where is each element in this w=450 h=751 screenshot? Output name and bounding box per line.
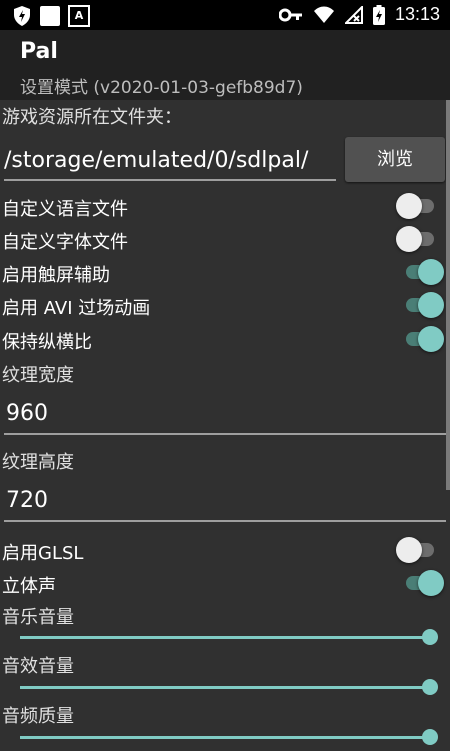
- audio-quality-label: 音频质量: [2, 706, 74, 727]
- notification-a-icon: A: [68, 5, 90, 27]
- texture-height-label: 纹理高度: [2, 452, 74, 473]
- status-bar: A 13:13: [0, 0, 450, 30]
- slider-track: [20, 736, 430, 739]
- notification-square-icon: [40, 6, 60, 26]
- sfx-volume-slider[interactable]: [20, 678, 440, 698]
- key-icon: [278, 8, 302, 21]
- switch-thumb: [418, 326, 444, 352]
- custom-language-label: 自定义语言文件: [2, 199, 128, 220]
- battery-charging-icon: [372, 4, 385, 25]
- switch-thumb: [418, 292, 444, 318]
- stereo-label: 立体声: [2, 576, 56, 597]
- texture-width-input[interactable]: 960: [4, 395, 446, 435]
- sfx-volume-label: 音效音量: [2, 656, 74, 677]
- slider-thumb[interactable]: [422, 629, 438, 645]
- wifi-icon: [313, 6, 334, 23]
- slider-track: [20, 636, 430, 639]
- notification-icons: A: [12, 5, 90, 27]
- custom-font-label: 自定义字体文件: [2, 232, 128, 253]
- keep-aspect-switch[interactable]: [396, 326, 444, 352]
- slider-thumb[interactable]: [422, 679, 438, 695]
- touch-overlay-label: 启用触屏辅助: [2, 265, 110, 286]
- clock: 13:13: [394, 4, 440, 24]
- app-subtitle: 设置模式 (v2020-01-03-gefb89d7): [20, 78, 303, 98]
- touch-overlay-switch[interactable]: [396, 259, 444, 285]
- custom-language-switch[interactable]: [396, 193, 438, 219]
- app-title: Pal: [20, 39, 58, 64]
- avi-cutscene-label: 启用 AVI 过场动画: [2, 298, 151, 319]
- stereo-switch[interactable]: [396, 570, 444, 596]
- folder-label: 游戏资源所在文件夹：: [2, 107, 182, 128]
- slider-thumb[interactable]: [422, 729, 438, 745]
- switch-thumb: [418, 570, 444, 596]
- signal-off-icon: [344, 5, 363, 24]
- scrollbar[interactable]: [446, 100, 450, 490]
- texture-width-label: 纹理宽度: [2, 365, 74, 386]
- glsl-switch[interactable]: [396, 537, 438, 563]
- settings-list: 游戏资源所在文件夹： /storage/emulated/0/sdlpal/ 浏…: [0, 100, 450, 751]
- switch-thumb: [396, 226, 422, 252]
- switch-thumb: [396, 537, 422, 563]
- switch-thumb: [418, 259, 444, 285]
- audio-quality-slider[interactable]: [20, 728, 440, 748]
- music-volume-slider[interactable]: [20, 628, 440, 648]
- custom-font-switch[interactable]: [396, 226, 438, 252]
- app-bar: Pal 设置模式 (v2020-01-03-gefb89d7): [0, 30, 450, 100]
- glsl-label: 启用GLSL: [2, 543, 84, 564]
- keep-aspect-label: 保持纵横比: [2, 332, 92, 353]
- texture-height-input[interactable]: 720: [4, 482, 446, 522]
- avi-cutscene-switch[interactable]: [396, 292, 444, 318]
- folder-path-input[interactable]: /storage/emulated/0/sdlpal/: [4, 143, 336, 181]
- system-icons: 13:13: [278, 4, 440, 25]
- music-volume-label: 音乐音量: [2, 607, 74, 628]
- slider-track: [20, 686, 430, 689]
- switch-thumb: [396, 193, 422, 219]
- browse-button[interactable]: 浏览: [345, 137, 445, 182]
- shield-bolt-icon: [14, 6, 30, 26]
